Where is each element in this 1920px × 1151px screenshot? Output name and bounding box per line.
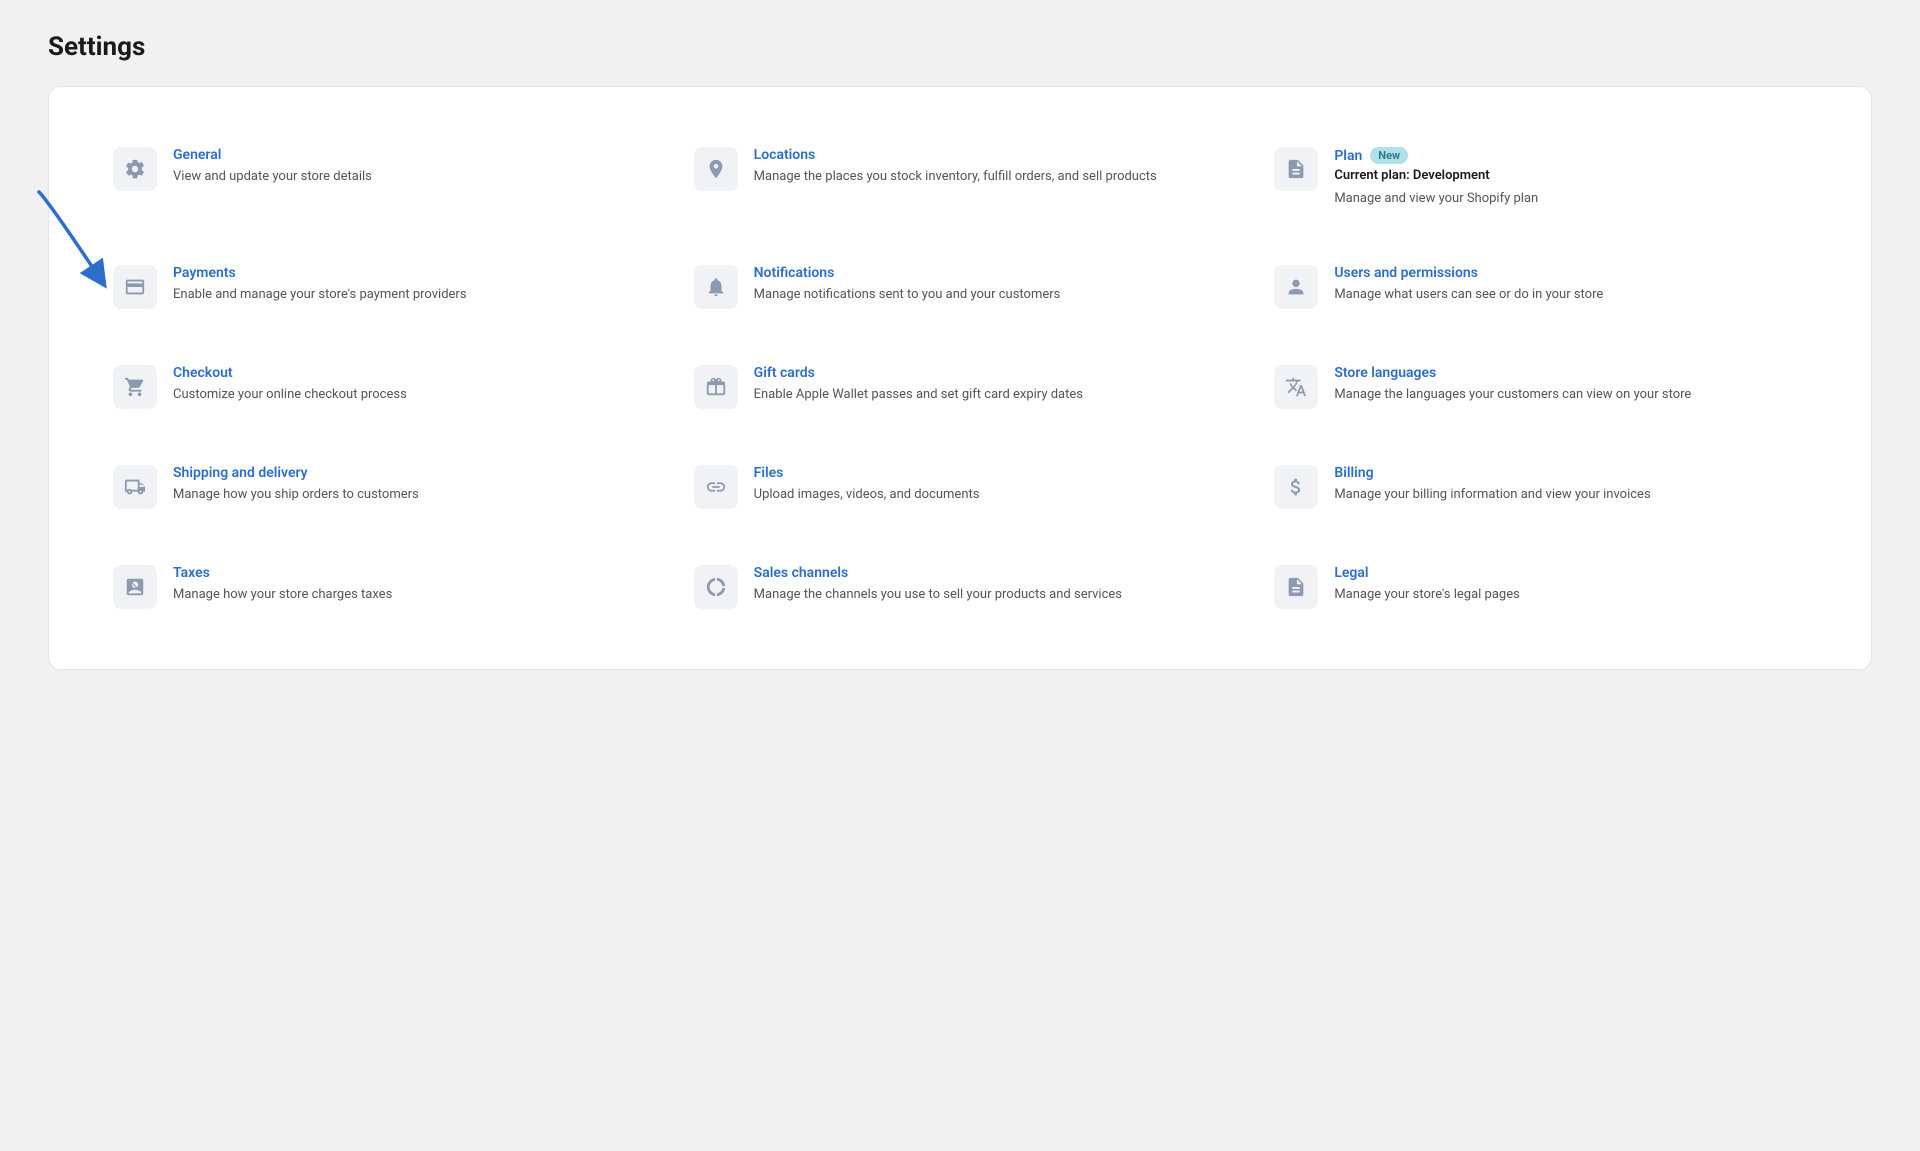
item-text-general: General View and update your store detai… <box>173 147 372 187</box>
settings-item-billing[interactable]: Billing Manage your billing information … <box>1250 437 1831 537</box>
settings-grid: General View and update your store detai… <box>89 119 1831 637</box>
page-title: Settings <box>48 32 1872 62</box>
plan-icon <box>1274 147 1318 191</box>
settings-item-giftcards[interactable]: Gift cards Enable Apple Wallet passes an… <box>670 337 1251 437</box>
settings-item-files[interactable]: Files Upload images, videos, and documen… <box>670 437 1251 537</box>
item-text-billing: Billing Manage your billing information … <box>1334 465 1650 505</box>
badge-new: New <box>1370 147 1408 164</box>
item-title-saleschannels: Sales channels <box>754 565 1122 581</box>
settings-item-general[interactable]: General View and update your store detai… <box>89 119 670 237</box>
bell-icon <box>694 265 738 309</box>
item-title-general: General <box>173 147 372 163</box>
item-title-users: Users and permissions <box>1334 265 1603 281</box>
location-icon <box>694 147 738 191</box>
item-description-legal: Manage your store's legal pages <box>1334 585 1519 605</box>
legal-icon <box>1274 565 1318 609</box>
item-title-checkout: Checkout <box>173 365 407 381</box>
item-text-payments: Payments Enable and manage your store's … <box>173 265 467 305</box>
item-text-notifications: Notifications Manage notifications sent … <box>754 265 1061 305</box>
item-text-plan: Plan New Current plan: Development Manag… <box>1334 147 1538 209</box>
item-text-giftcards: Gift cards Enable Apple Wallet passes an… <box>754 365 1083 405</box>
gift-icon <box>694 365 738 409</box>
item-title-legal: Legal <box>1334 565 1519 581</box>
item-text-locations: Locations Manage the places you stock in… <box>754 147 1157 187</box>
user-icon <box>1274 265 1318 309</box>
item-text-users: Users and permissions Manage what users … <box>1334 265 1603 305</box>
settings-item-taxes[interactable]: Taxes Manage how your store charges taxe… <box>89 537 670 637</box>
item-description-storelanguages: Manage the languages your customers can … <box>1334 385 1691 405</box>
gear-icon <box>113 147 157 191</box>
item-title-storelanguages: Store languages <box>1334 365 1691 381</box>
settings-item-payments[interactable]: Payments Enable and manage your store's … <box>89 237 670 337</box>
item-text-legal: Legal Manage your store's legal pages <box>1334 565 1519 605</box>
item-description-billing: Manage your billing information and view… <box>1334 485 1650 505</box>
item-text-files: Files Upload images, videos, and documen… <box>754 465 980 505</box>
link-icon <box>694 465 738 509</box>
item-text-storelanguages: Store languages Manage the languages you… <box>1334 365 1691 405</box>
item-title-taxes: Taxes <box>173 565 392 581</box>
cart-icon <box>113 365 157 409</box>
settings-item-checkout[interactable]: Checkout Customize your online checkout … <box>89 337 670 437</box>
item-description-locations: Manage the places you stock inventory, f… <box>754 167 1157 187</box>
channels-icon <box>694 565 738 609</box>
settings-item-users[interactable]: Users and permissions Manage what users … <box>1250 237 1831 337</box>
settings-item-storelanguages[interactable]: Store languages Manage the languages you… <box>1250 337 1831 437</box>
settings-card: General View and update your store detai… <box>48 86 1872 670</box>
item-description-plan: Manage and view your Shopify plan <box>1334 189 1538 209</box>
item-description-users: Manage what users can see or do in your … <box>1334 285 1603 305</box>
item-description-general: View and update your store details <box>173 167 372 187</box>
item-text-saleschannels: Sales channels Manage the channels you u… <box>754 565 1122 605</box>
translate-icon <box>1274 365 1318 409</box>
item-text-shipping: Shipping and delivery Manage how you shi… <box>173 465 419 505</box>
item-title-shipping: Shipping and delivery <box>173 465 419 481</box>
payments-icon <box>113 265 157 309</box>
item-description-taxes: Manage how your store charges taxes <box>173 585 392 605</box>
settings-item-legal[interactable]: Legal Manage your store's legal pages <box>1250 537 1831 637</box>
item-title-payments: Payments <box>173 265 467 281</box>
billing-icon <box>1274 465 1318 509</box>
item-description-notifications: Manage notifications sent to you and you… <box>754 285 1061 305</box>
item-title-files: Files <box>754 465 980 481</box>
settings-item-notifications[interactable]: Notifications Manage notifications sent … <box>670 237 1251 337</box>
item-title-billing: Billing <box>1334 465 1650 481</box>
item-text-taxes: Taxes Manage how your store charges taxe… <box>173 565 392 605</box>
settings-item-plan[interactable]: Plan New Current plan: Development Manag… <box>1250 119 1831 237</box>
item-title-notifications: Notifications <box>754 265 1061 281</box>
item-description-checkout: Customize your online checkout process <box>173 385 407 405</box>
item-description-payments: Enable and manage your store's payment p… <box>173 285 467 305</box>
settings-item-saleschannels[interactable]: Sales channels Manage the channels you u… <box>670 537 1251 637</box>
item-description-giftcards: Enable Apple Wallet passes and set gift … <box>754 385 1083 405</box>
item-description-saleschannels: Manage the channels you use to sell your… <box>754 585 1122 605</box>
item-title-giftcards: Gift cards <box>754 365 1083 381</box>
item-description-shipping: Manage how you ship orders to customers <box>173 485 419 505</box>
item-title-locations: Locations <box>754 147 1157 163</box>
item-text-checkout: Checkout Customize your online checkout … <box>173 365 407 405</box>
settings-item-locations[interactable]: Locations Manage the places you stock in… <box>670 119 1251 237</box>
taxes-icon <box>113 565 157 609</box>
item-title-plan: Plan New <box>1334 147 1538 164</box>
item-description-files: Upload images, videos, and documents <box>754 485 980 505</box>
truck-icon <box>113 465 157 509</box>
plan-current: Current plan: Development <box>1334 168 1538 183</box>
settings-item-shipping[interactable]: Shipping and delivery Manage how you shi… <box>89 437 670 537</box>
